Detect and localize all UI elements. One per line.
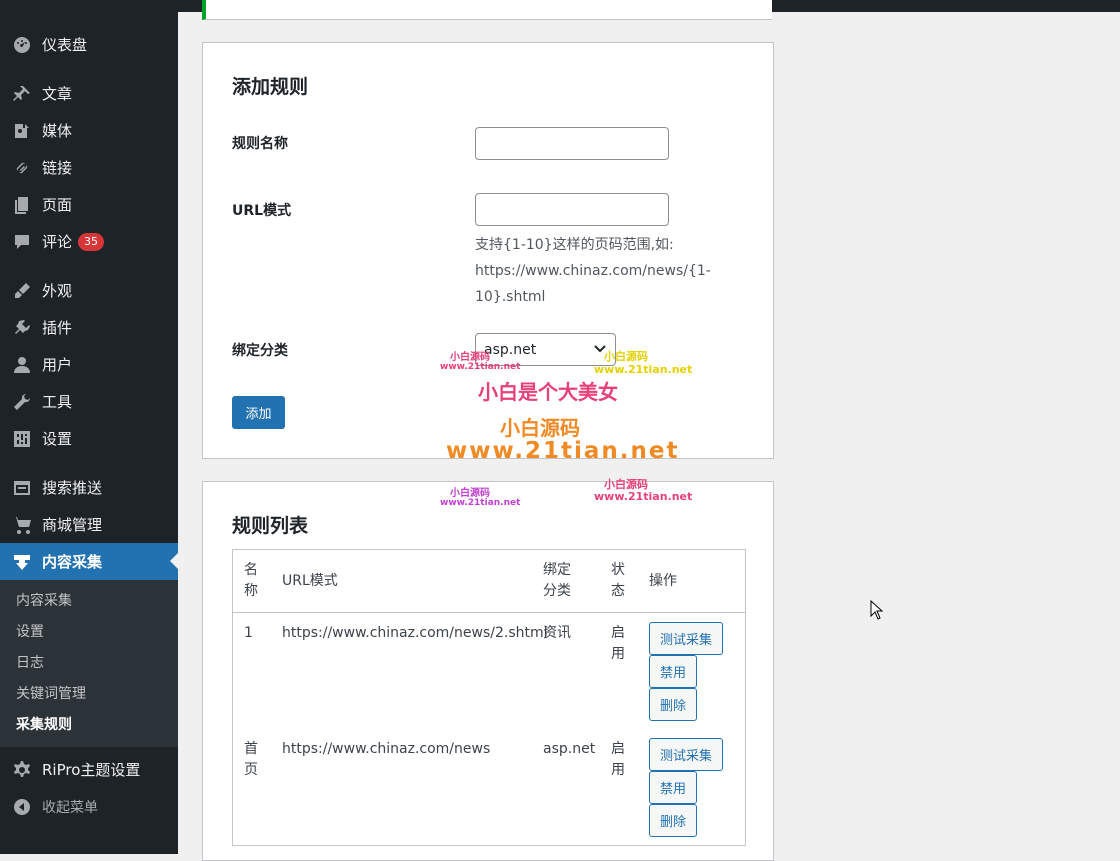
user-icon	[12, 355, 32, 375]
url-pattern-help: 支持{1-10}这样的页码范围,如: https://www.chinaz.co…	[475, 237, 711, 305]
brush-icon	[12, 281, 32, 301]
menu-label: 内容采集	[42, 553, 103, 571]
row-url: https://www.chinaz.com/news	[282, 741, 491, 757]
menu-label: 评论	[42, 233, 73, 251]
menu-label: 用户	[42, 356, 73, 374]
submenu-item[interactable]: 关键词管理	[0, 679, 178, 710]
menu-label: 设置	[42, 430, 73, 448]
table-row: 首页 https://www.chinaz.com/news asp.net 启…	[233, 729, 745, 845]
row-status: 启用	[611, 741, 625, 778]
settings-icon	[12, 429, 32, 449]
header-status: 状态	[611, 562, 625, 599]
submenu-item[interactable]: 设置	[0, 617, 178, 648]
table-row: 1 https://www.chinaz.com/news/2.shtml 资讯…	[233, 613, 745, 729]
url-pattern-input[interactable]	[475, 193, 669, 226]
row-name: 首页	[244, 741, 258, 778]
cart-icon	[12, 515, 32, 535]
chevron-down-icon	[593, 341, 607, 359]
menu-label: 文章	[42, 85, 73, 103]
menu-label: 外观	[42, 282, 73, 300]
test-collect-button[interactable]: 测试采集	[649, 622, 724, 655]
notice-strip	[202, 0, 772, 20]
rule-name-input[interactable]	[475, 127, 669, 160]
menu-label: 商城管理	[42, 516, 103, 534]
category-select[interactable]: asp.net	[475, 333, 616, 366]
delete-button[interactable]: 删除	[649, 804, 698, 837]
add-rule-title: 添加规则	[232, 76, 309, 98]
menu-pages[interactable]: 页面	[0, 186, 178, 223]
menu-links[interactable]: 链接	[0, 149, 178, 186]
delete-button[interactable]: 删除	[649, 688, 698, 721]
rule-table: 名称 URL模式 绑定分类 状态 操作 1 https://www.chinaz…	[232, 549, 746, 846]
media-icon	[12, 121, 32, 141]
rule-list-title: 规则列表	[232, 515, 309, 537]
menu-comments[interactable]: 评论 35	[0, 223, 178, 260]
menu-media[interactable]: 媒体	[0, 112, 178, 149]
submenu-item-current[interactable]: 采集规则	[0, 710, 178, 741]
row-category: 资讯	[543, 625, 571, 641]
menu-label: 仪表盘	[42, 36, 88, 54]
menu-posts[interactable]: 文章	[0, 75, 178, 112]
collapse-icon	[12, 797, 32, 817]
page-icon	[12, 195, 32, 215]
admin-sidebar: 仪表盘 文章 媒体 链接 页面 评论 35 外观 插件 用户 工具 设置 搜索推…	[0, 12, 178, 854]
collapse-menu-button[interactable]: 收起菜单	[0, 788, 178, 825]
submenu-item[interactable]: 内容采集	[0, 586, 178, 617]
menu-label: 媒体	[42, 122, 73, 140]
menu-label: 页面	[42, 196, 73, 214]
disable-button[interactable]: 禁用	[649, 771, 698, 804]
comment-count-badge: 35	[78, 232, 105, 251]
menu-label: 收起菜单	[42, 799, 98, 816]
menu-plugins[interactable]: 插件	[0, 309, 178, 346]
add-rule-button[interactable]: 添加	[232, 396, 285, 429]
header-category: 绑定分类	[543, 562, 571, 599]
header-url: URL模式	[282, 573, 338, 589]
add-rule-card: 添加规则 规则名称 URL模式 支持{1-10}这样的页码范围,如: https…	[202, 42, 774, 459]
rule-list-card: 规则列表 名称 URL模式 绑定分类 状态 操作 1 https://www.c…	[202, 481, 774, 861]
menu-appearance[interactable]: 外观	[0, 272, 178, 309]
url-pattern-label: URL模式	[232, 203, 292, 219]
menu-dashboard[interactable]: 仪表盘	[0, 26, 178, 63]
link-icon	[12, 158, 32, 178]
header-name: 名称	[244, 562, 258, 599]
header-actions: 操作	[649, 573, 677, 589]
dashboard-icon	[12, 35, 32, 55]
menu-label: 搜索推送	[42, 479, 103, 497]
wrench-icon	[12, 392, 32, 412]
menu-search-push[interactable]: 搜索推送	[0, 469, 178, 506]
menu-label: 工具	[42, 393, 73, 411]
pin-icon	[12, 84, 32, 104]
menu-label: 插件	[42, 319, 73, 337]
row-url: https://www.chinaz.com/news/2.shtml	[282, 625, 548, 641]
download-icon	[12, 552, 32, 572]
push-icon	[12, 478, 32, 498]
row-category: asp.net	[543, 741, 596, 757]
menu-users[interactable]: 用户	[0, 346, 178, 383]
rule-name-label: 规则名称	[232, 136, 288, 152]
plugin-icon	[12, 318, 32, 338]
test-collect-button[interactable]: 测试采集	[649, 738, 724, 771]
table-header: 名称 URL模式 绑定分类 状态 操作	[233, 550, 745, 613]
mouse-cursor-icon	[870, 599, 884, 624]
menu-content-collect[interactable]: 内容采集	[0, 543, 178, 580]
comment-icon	[12, 232, 32, 252]
submenu-content-collect: 内容采集 设置 日志 关键词管理 采集规则	[0, 580, 178, 747]
row-name: 1	[244, 625, 253, 641]
menu-label: RiPro主题设置	[42, 761, 141, 779]
disable-button[interactable]: 禁用	[649, 655, 698, 688]
row-status: 启用	[611, 625, 625, 662]
gear-icon	[12, 760, 32, 780]
category-label: 绑定分类	[232, 343, 288, 359]
menu-shop[interactable]: 商城管理	[0, 506, 178, 543]
menu-ripro-settings[interactable]: RiPro主题设置	[0, 751, 178, 788]
submenu-item[interactable]: 日志	[0, 648, 178, 679]
menu-label: 链接	[42, 159, 73, 177]
menu-settings[interactable]: 设置	[0, 420, 178, 457]
category-select-value: asp.net	[484, 341, 537, 358]
menu-tools[interactable]: 工具	[0, 383, 178, 420]
